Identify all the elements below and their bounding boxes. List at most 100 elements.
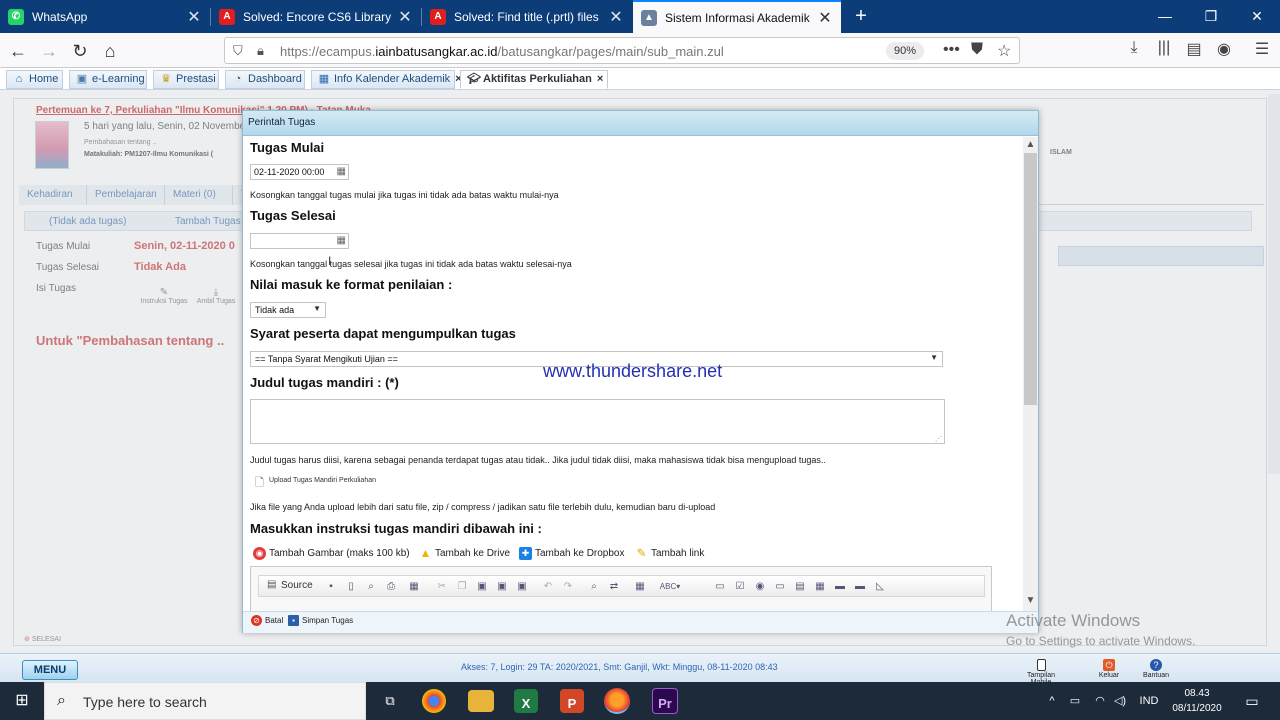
tab-aktifitas-perkuliahan[interactable]: 🎓︎ Aktifitas Perkuliahan × — [460, 70, 608, 89]
chevron-up-icon[interactable]: ▲ — [1023, 139, 1038, 150]
replace-icon[interactable]: ⇄ — [607, 580, 621, 594]
sidebar-icon[interactable]: ▤ — [1183, 39, 1205, 59]
add-image-button[interactable]: ◉ Tambah Gambar (maks 100 kb) — [253, 547, 410, 560]
close-icon[interactable]: ✕ — [608, 7, 624, 27]
source-button[interactable]: ▤ Source — [267, 579, 313, 591]
menu-icon[interactable]: ☰ — [1251, 39, 1273, 59]
cancel-button[interactable]: ⊘ Batal — [251, 615, 283, 626]
lock-icon[interactable]: 🔒︎ — [257, 43, 264, 59]
browser-tab-siakad[interactable]: ▲ Sistem Informasi Akademik ✕ — [633, 0, 841, 33]
new-page-icon[interactable]: ▯ — [344, 580, 358, 594]
form-icon[interactable]: ▭ — [713, 580, 727, 594]
textarea-icon[interactable]: ▤ — [793, 580, 807, 594]
paste-icon[interactable]: ▣ — [475, 580, 489, 594]
language-indicator[interactable]: IND — [1134, 682, 1164, 720]
powerpoint-icon[interactable]: P — [560, 689, 584, 713]
firefox-icon[interactable] — [604, 688, 630, 714]
browser-tab-encore[interactable]: A Solved: Encore CS6 Library Files ✕ — [211, 0, 421, 33]
reload-icon[interactable]: ↻ — [67, 38, 93, 64]
tab-info-kalender[interactable]: ▦ Info Kalender Akademik × — [311, 70, 462, 89]
templates-icon[interactable]: ▦ — [407, 580, 421, 594]
maximize-icon[interactable]: ❐ — [1188, 0, 1234, 33]
resize-handle-icon[interactable]: ⋰ — [935, 435, 942, 443]
tab-home[interactable]: ⌂ Home — [6, 70, 63, 89]
upload-task-button[interactable]: 🗋︎ Upload Tugas Mandiri Perkuliahan — [255, 477, 376, 489]
download-icon[interactable]: ⤓ — [1123, 39, 1145, 57]
start-date-input[interactable]: 02-11-2020 00:00 ▦ — [250, 164, 349, 180]
file-explorer-icon[interactable] — [468, 690, 494, 712]
paste-word-icon[interactable]: ▣ — [515, 580, 529, 594]
chevron-down-icon[interactable]: ▼ — [1023, 595, 1038, 606]
cut-icon[interactable]: ✂ — [435, 580, 449, 594]
preview-icon[interactable]: ⌕ — [364, 580, 378, 594]
excel-icon[interactable]: X — [514, 689, 538, 713]
add-dropbox-button[interactable]: ✚ Tambah ke Dropbox — [519, 547, 625, 560]
save-task-button[interactable]: ▪ Simpan Tugas — [288, 615, 353, 626]
task-title-textarea[interactable]: ⋰ — [250, 399, 945, 444]
image-button-icon[interactable]: ▬ — [853, 580, 867, 594]
browser-tab-prtl[interactable]: A Solved: Find title (.prtl) files - Ad … — [422, 0, 632, 33]
button-field-icon[interactable]: ▬ — [833, 580, 847, 594]
close-icon[interactable]: × — [597, 73, 603, 85]
show-hidden-icons[interactable]: ^ — [1044, 682, 1060, 720]
minimize-icon[interactable]: — — [1142, 0, 1188, 33]
hidden-field-icon[interactable]: ◺ — [873, 580, 887, 594]
tab-dashboard[interactable]: ◔ Dashboard — [225, 70, 305, 89]
save-icon[interactable]: ▪ — [324, 580, 338, 594]
print-icon[interactable]: ⎙ — [384, 580, 398, 594]
calendar-icon[interactable]: ▦ — [337, 235, 346, 246]
dialog-scrollbar[interactable]: ▲ ▼ — [1023, 137, 1038, 611]
bookmark-star-icon[interactable]: ☆ — [997, 41, 1011, 61]
back-icon[interactable]: ← — [5, 38, 31, 64]
tab-elearning[interactable]: ▣ e-Learning — [69, 70, 147, 89]
find-icon[interactable]: ⌕ — [587, 580, 601, 594]
tab-prestasi[interactable]: ♛ Prestasi — [153, 70, 219, 89]
add-drive-button[interactable]: ▲ Tambah ke Drive — [419, 547, 510, 560]
select-all-icon[interactable]: ▦ — [633, 580, 647, 594]
grade-select[interactable]: Tidak ada ▼ — [250, 302, 326, 318]
help-button[interactable]: ? Bantuan — [1132, 659, 1180, 679]
browser-tab-whatsapp[interactable]: ✆ WhatsApp ✕ — [0, 0, 210, 33]
task-view-icon[interactable]: ⧉ — [375, 686, 405, 716]
new-tab-button[interactable]: + — [849, 4, 873, 28]
page-actions-icon[interactable]: ••• — [943, 41, 960, 59]
battery-icon[interactable]: ▭ — [1066, 682, 1084, 720]
forward-icon[interactable]: → — [36, 38, 62, 64]
add-link-button[interactable]: ✎ Tambah link — [635, 547, 704, 560]
shield-icon[interactable]: ⛉ — [233, 43, 243, 59]
premiere-icon[interactable]: Pr — [652, 688, 678, 714]
textfield-icon[interactable]: ▭ — [773, 580, 787, 594]
account-icon[interactable]: ◉ — [1213, 39, 1235, 59]
volume-icon[interactable]: ◁) — [1110, 682, 1130, 720]
undo-icon[interactable]: ↶ — [541, 580, 555, 594]
zoom-level[interactable]: 90% — [886, 42, 924, 60]
address-bar[interactable]: ⛉ 🔒︎ https://ecampus.iainbatusangkar.ac.… — [224, 37, 1020, 64]
checkbox-icon[interactable]: ☑ — [733, 580, 747, 594]
logout-button[interactable]: ⏻ Keluar — [1085, 659, 1133, 679]
instruction-editor[interactable]: ▤ Source ▪ ▯ ⌕ ⎙ ▦ ✂ ❐ ▣ ▣ ▣ ↶ ↷ ⌕ ⇄ ▦ A… — [250, 566, 992, 611]
notification-icon[interactable]: ▭ — [1238, 682, 1266, 720]
end-date-input[interactable]: ▦ — [250, 233, 349, 249]
taskbar-search-box[interactable]: ⌕ Type here to search — [44, 682, 366, 720]
chrome-icon[interactable] — [422, 689, 446, 713]
close-icon[interactable]: ✕ — [397, 7, 413, 27]
redo-icon[interactable]: ↷ — [561, 580, 575, 594]
radio-icon[interactable]: ◉ — [753, 580, 767, 594]
url-text[interactable]: https://ecampus.iainbatusangkar.ac.id/ba… — [280, 44, 724, 59]
spellcheck-icon[interactable]: ABC▾ — [655, 580, 685, 594]
close-icon[interactable]: ✕ — [186, 7, 202, 27]
scroll-thumb[interactable] — [1024, 153, 1037, 405]
wifi-icon[interactable]: ◠ — [1090, 682, 1110, 720]
system-clock[interactable]: 08.43 08/11/2020 — [1168, 686, 1226, 716]
window-close-icon[interactable]: ✕ — [1234, 0, 1280, 33]
dialog-header[interactable]: Perintah Tugas — [243, 111, 1038, 136]
calendar-icon[interactable]: ▦ — [337, 166, 346, 177]
library-icon[interactable]: ||| — [1153, 39, 1175, 57]
select-field-icon[interactable]: ▦ — [813, 580, 827, 594]
pocket-icon[interactable]: ⛊ — [971, 41, 983, 59]
copy-icon[interactable]: ❐ — [455, 580, 469, 594]
home-icon[interactable]: ⌂ — [97, 38, 123, 64]
windows-start-icon[interactable]: ⊞ — [0, 682, 44, 720]
menu-button[interactable]: MENU — [22, 660, 78, 680]
close-icon[interactable]: ✕ — [817, 8, 833, 28]
